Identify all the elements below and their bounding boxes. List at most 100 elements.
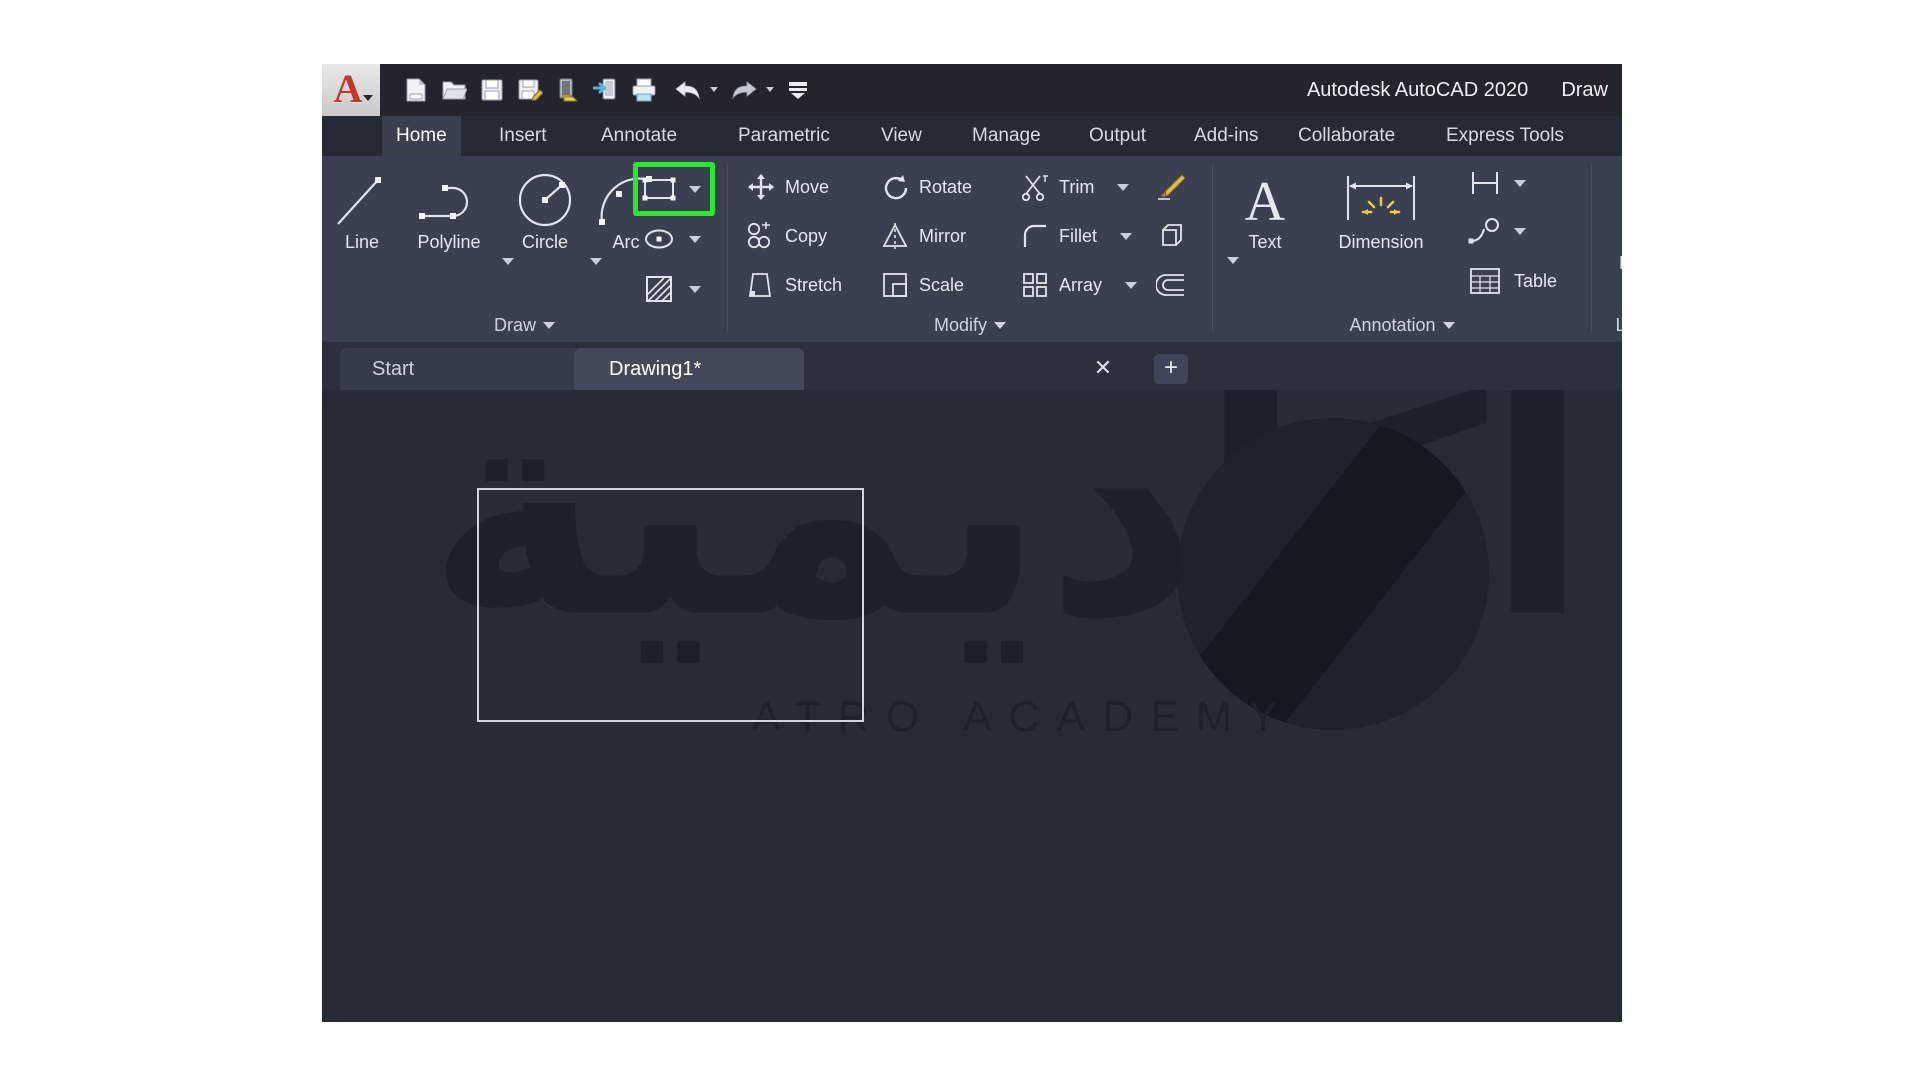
annotation-dimension-label: Dimension	[1338, 232, 1424, 252]
fillet-icon	[1020, 221, 1050, 251]
mirror-icon	[880, 221, 910, 251]
annotation-linear-dropdown-icon[interactable]	[1514, 179, 1526, 187]
modify-copy-button[interactable]: Copy	[746, 221, 827, 251]
modify-array-dropdown-icon[interactable]	[1125, 281, 1138, 289]
draw-arc-label: Arc	[612, 232, 640, 252]
drawn-rectangle[interactable]	[477, 488, 864, 722]
modify-move-button[interactable]: Move	[746, 172, 829, 202]
annotation-text-dropdown-icon[interactable]	[1227, 257, 1239, 264]
layer-properties-button[interactable]: LayerProperties	[1600, 170, 1622, 273]
annotation-linear-dimension-button[interactable]	[1465, 166, 1526, 200]
autocad-logo-icon: A	[333, 66, 363, 111]
table-icon	[1465, 264, 1505, 298]
panel-draw-title[interactable]: Draw	[322, 315, 727, 336]
panel-modify: Move Rotate Trim Copy Mirror Fillet Stre…	[728, 156, 1212, 342]
modify-stretch-button[interactable]: Stretch	[746, 270, 842, 300]
chevron-down-icon[interactable]	[994, 322, 1006, 329]
panel-modify-title[interactable]: Modify	[728, 315, 1212, 336]
modify-erase-button[interactable]	[1156, 172, 1186, 202]
tab-manage[interactable]: Manage	[958, 116, 1055, 156]
modify-fillet-dropdown-icon[interactable]	[1120, 232, 1133, 240]
annotation-dimension-button[interactable]: Dimension	[1305, 170, 1457, 253]
modify-trim-button[interactable]: Trim	[1020, 172, 1130, 202]
save-icon[interactable]	[476, 74, 508, 106]
draw-circle-button[interactable]: Circle	[502, 170, 588, 265]
open-icon[interactable]	[438, 74, 470, 106]
tab-view[interactable]: View	[867, 116, 936, 156]
chevron-down-icon[interactable]	[543, 322, 555, 329]
draw-line-button[interactable]: Line	[326, 170, 398, 253]
draw-ellipse-button[interactable]	[638, 218, 701, 260]
cloud-save-icon[interactable]	[552, 74, 584, 106]
array-icon	[1020, 270, 1050, 300]
svg-text:A: A	[1245, 171, 1286, 232]
chevron-down-icon[interactable]	[1442, 322, 1455, 329]
modify-fillet-button[interactable]: Fillet	[1020, 221, 1133, 251]
modify-copy-label: Copy	[785, 225, 828, 246]
new-tab-button[interactable]: +	[1154, 354, 1188, 384]
undo-icon[interactable]	[672, 74, 704, 106]
panel-annotation-title-label: Annotation	[1349, 315, 1436, 335]
redo-icon[interactable]	[728, 74, 760, 106]
draw-polyline-button[interactable]: Polyline	[400, 170, 498, 253]
tab-add-ins[interactable]: Add-ins	[1180, 116, 1272, 156]
annotation-leader-button[interactable]	[1465, 214, 1526, 248]
save-as-icon[interactable]	[514, 74, 546, 106]
annotation-table-button[interactable]: Table	[1465, 264, 1557, 298]
annotation-table-label: Table	[1514, 270, 1558, 291]
application-menu-button[interactable]: A	[322, 64, 380, 116]
draw-hatch-button[interactable]	[638, 268, 701, 310]
drawing-canvas[interactable]: أكاديمية ATRO ACADEMY	[322, 390, 1622, 1022]
modify-scale-button[interactable]: Scale	[880, 270, 964, 300]
window-title-app: Autodesk AutoCAD 2020	[1306, 79, 1529, 101]
modify-trim-dropdown-icon[interactable]	[1117, 183, 1130, 191]
tab-collaborate[interactable]: Collaborate	[1284, 116, 1409, 156]
tab-parametric[interactable]: Parametric	[724, 116, 844, 156]
tab-insert[interactable]: Insert	[485, 116, 561, 156]
modify-explode-button[interactable]	[1156, 221, 1186, 251]
doc-tab-drawing1[interactable]: Drawing1*	[574, 348, 804, 390]
draw-arc-dropdown-icon[interactable]	[590, 258, 602, 265]
modify-mirror-button[interactable]: Mirror	[880, 221, 966, 251]
panel-layers-title[interactable]: Layers	[1592, 315, 1622, 336]
draw-hatch-dropdown-icon[interactable]	[689, 285, 701, 293]
tab-home[interactable]: Home	[382, 116, 461, 156]
modify-mirror-label: Mirror	[919, 225, 966, 246]
draw-ellipse-dropdown-icon[interactable]	[689, 235, 701, 243]
tab-output[interactable]: Output	[1075, 116, 1160, 156]
line-icon	[326, 170, 398, 232]
chevron-down-icon[interactable]	[363, 95, 373, 101]
draw-polyline-label: Polyline	[417, 232, 481, 252]
panel-modify-title-label: Modify	[933, 315, 987, 335]
open-from-web-icon[interactable]	[590, 74, 622, 106]
panel-annotation-title[interactable]: Annotation	[1213, 315, 1591, 336]
doc-tab-close-icon[interactable]: ✕	[1090, 356, 1116, 382]
linear-dimension-icon	[1465, 166, 1505, 200]
tab-express-tools[interactable]: Express Tools	[1432, 116, 1578, 156]
customize-qat-icon[interactable]	[782, 74, 814, 106]
layer-properties-label: LayerProperties	[1600, 232, 1622, 273]
draw-line-label: Line	[344, 232, 380, 252]
modify-array-button[interactable]: Array	[1020, 270, 1138, 300]
tab-annotate[interactable]: Annotate	[587, 116, 691, 156]
rotate-icon	[880, 172, 910, 202]
trim-icon	[1020, 172, 1050, 202]
annotation-leader-dropdown-icon[interactable]	[1514, 227, 1526, 235]
panel-layers-title-label: Layers	[1615, 315, 1622, 335]
plot-icon[interactable]	[628, 74, 660, 106]
leader-icon	[1465, 214, 1505, 248]
modify-offset-button[interactable]	[1156, 270, 1186, 300]
window-title-doc: Draw	[1561, 79, 1608, 101]
move-icon	[746, 172, 776, 202]
redo-dropdown-icon[interactable]	[766, 87, 774, 92]
ribbon-panels: Line Polyline Circle Arc Draw Move Rotat…	[322, 156, 1622, 342]
modify-rotate-button[interactable]: Rotate	[880, 172, 972, 202]
undo-dropdown-icon[interactable]	[710, 87, 718, 92]
draw-circle-label: Circle	[521, 232, 568, 252]
annotation-text-button[interactable]: A Text	[1227, 170, 1303, 264]
panel-draw-title-label: Draw	[493, 315, 536, 335]
doc-tab-start[interactable]: Start	[340, 348, 590, 390]
new-icon[interactable]	[400, 74, 432, 106]
draw-circle-dropdown-icon[interactable]	[502, 258, 514, 265]
modify-rotate-label: Rotate	[919, 176, 973, 197]
